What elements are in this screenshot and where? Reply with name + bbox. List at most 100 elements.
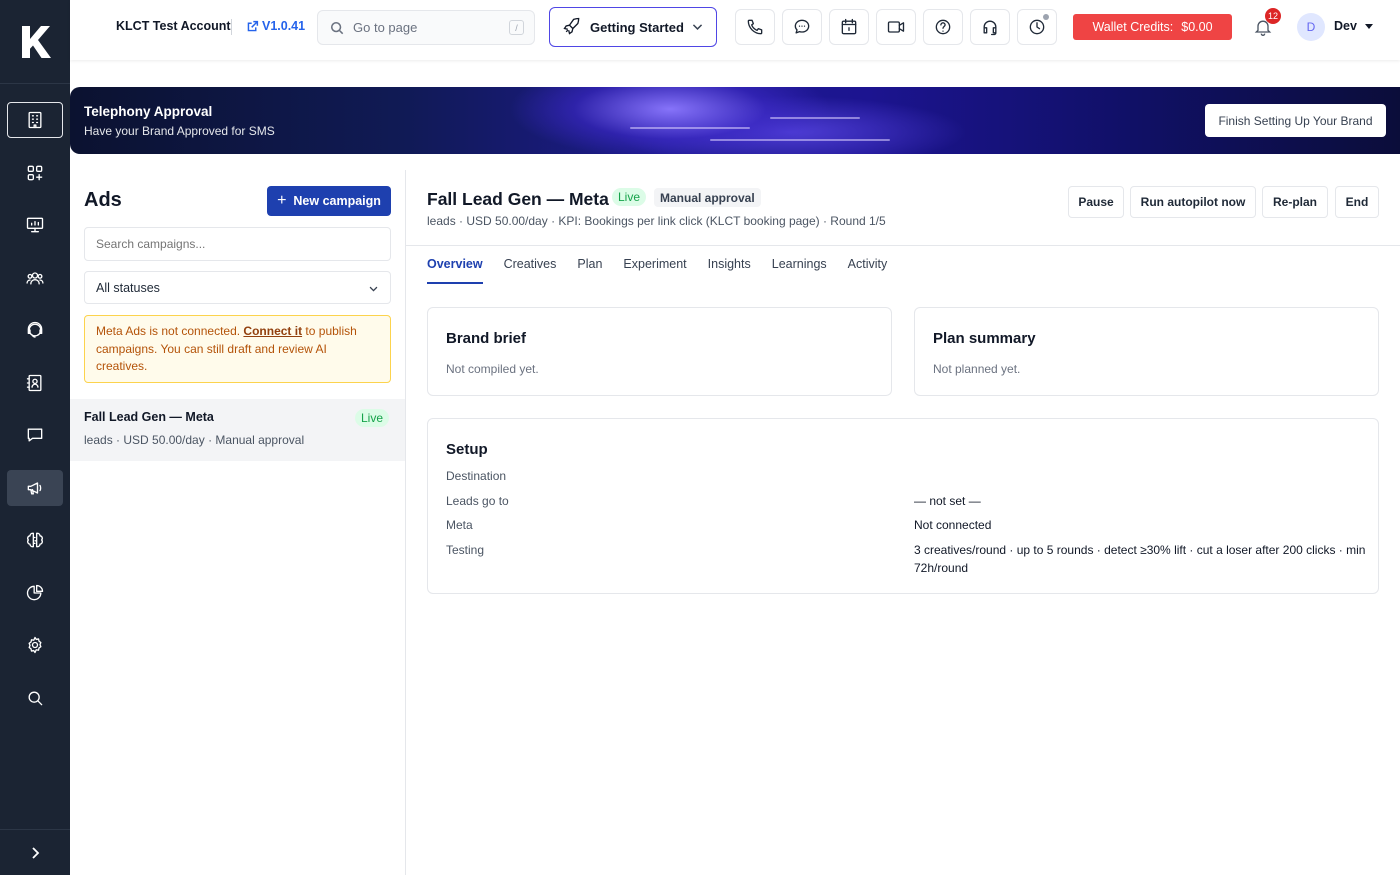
campaign-subtitle: leads · USD 50.00/day · KPI: Bookings pe… [427, 214, 886, 228]
getting-started-label: Getting Started [590, 19, 684, 35]
sidebar [0, 0, 70, 875]
sidebar-item-settings[interactable] [7, 627, 63, 663]
sidebar-item-presentation[interactable] [7, 207, 63, 243]
plus-icon: + [277, 192, 287, 209]
top-bar: KLCT Test Account V1.0.41 Go to page / G… [70, 0, 1400, 60]
version-link[interactable]: V1.0.41 [246, 19, 305, 33]
sidebar-item-building[interactable] [7, 102, 63, 138]
sidebar-item-contacts[interactable] [7, 365, 63, 401]
account-name[interactable]: KLCT Test Account [116, 19, 231, 33]
getting-started-dropdown[interactable]: Getting Started [549, 7, 717, 47]
contacts-icon [26, 374, 42, 391]
tab-learnings[interactable]: Learnings [772, 257, 827, 284]
analytics-icon [26, 584, 44, 600]
avatar[interactable]: D [1297, 13, 1325, 41]
page-title: Ads [84, 189, 122, 211]
tab-activity[interactable]: Activity [848, 257, 888, 284]
brain-icon [27, 532, 43, 548]
status-filter-select[interactable]: All statuses [84, 271, 391, 304]
campaign-item-title: Fall Lead Gen — Meta [84, 410, 214, 424]
tab-plan[interactable]: Plan [577, 257, 602, 284]
app-logo[interactable] [0, 0, 70, 84]
version-label: V1.0.41 [262, 19, 306, 33]
rocket-icon [562, 16, 582, 39]
phone-icon [747, 19, 763, 35]
pause-button[interactable]: Pause [1068, 186, 1124, 218]
phone-button[interactable] [735, 9, 775, 45]
setup-label-meta: Meta [446, 518, 473, 532]
connect-meta-link[interactable]: Connect it [243, 324, 302, 338]
clock-button[interactable] [1017, 9, 1057, 45]
meta-not-connected-alert: Meta Ads is not connected. Connect it to… [84, 315, 391, 383]
alert-text: Meta Ads is not connected. [96, 324, 244, 338]
end-button[interactable]: End [1335, 186, 1379, 218]
setup-label-destination: Destination [446, 469, 507, 483]
status-badge: Live [612, 188, 647, 206]
banner-subtitle: Have your Brand Approved for SMS [84, 124, 275, 138]
apps-icon [27, 165, 43, 180]
headset-icon [983, 20, 997, 36]
campaign-item-subtitle: leads · USD 50.00/day · Manual approval [84, 433, 305, 447]
logo-k-icon [22, 25, 51, 58]
users-icon [26, 271, 44, 284]
chevron-down-icon [691, 20, 704, 36]
notifications-button[interactable]: 12 [1253, 8, 1282, 40]
banner-decoration [770, 117, 860, 119]
finish-brand-setup-button[interactable]: Finish Setting Up Your Brand [1205, 104, 1386, 137]
new-campaign-button[interactable]: + New campaign [267, 186, 391, 216]
chat-button[interactable] [782, 9, 822, 45]
campaign-tabs: Overview Creatives Plan Experiment Insig… [427, 257, 908, 284]
campaign-search-input[interactable] [84, 227, 391, 261]
banner-decoration [710, 139, 890, 141]
caret-down-icon [1364, 23, 1373, 29]
ads-panel: Ads + New campaign All statuses Meta Ads… [70, 170, 406, 875]
video-icon [887, 21, 905, 33]
campaign-list-item[interactable]: Fall Lead Gen — Meta Live leads · USD 50… [70, 399, 405, 461]
sidebar-item-messages[interactable] [7, 417, 63, 453]
sidebar-item-analytics[interactable] [7, 575, 63, 611]
status-filter-value: All statuses [96, 280, 160, 295]
headset-button[interactable] [970, 9, 1010, 45]
sidebar-item-ads[interactable] [7, 469, 63, 506]
calendar-button[interactable] [829, 9, 869, 45]
user-menu[interactable]: Dev [1334, 19, 1373, 33]
search-icon [28, 691, 43, 705]
wallet-label: Wallet Credits: [1092, 20, 1174, 34]
new-campaign-label: New campaign [293, 194, 381, 208]
support-icon [27, 321, 43, 338]
divider [231, 19, 232, 35]
sidebar-item-apps[interactable] [7, 155, 63, 191]
calendar-icon [841, 18, 857, 35]
setup-value-testing: 3 creatives/round · up to 5 rounds · det… [914, 543, 1366, 575]
banner-decoration [630, 127, 750, 129]
setup-value-leads: — not set — [914, 494, 981, 508]
settings-icon [28, 636, 42, 654]
tab-experiment[interactable]: Experiment [623, 257, 686, 284]
sidebar-item-users[interactable] [7, 260, 63, 296]
tab-insights[interactable]: Insights [708, 257, 751, 284]
setup-title: Setup [446, 441, 488, 458]
external-link-icon [247, 20, 259, 31]
shortcut-key: / [509, 20, 524, 35]
run-autopilot-button[interactable]: Run autopilot now [1130, 186, 1256, 218]
help-button[interactable] [923, 9, 963, 45]
building-icon [28, 111, 42, 129]
go-to-page-search[interactable]: Go to page / [317, 10, 535, 45]
sidebar-expand-button[interactable] [0, 829, 70, 875]
sidebar-item-support[interactable] [7, 312, 63, 348]
megaphone-icon [27, 481, 42, 494]
tab-overview[interactable]: Overview [427, 257, 483, 284]
sidebar-item-ai[interactable] [7, 522, 63, 558]
brand-brief-title: Brand brief [446, 330, 527, 347]
plan-summary-title: Plan summary [933, 330, 1036, 347]
search-placeholder: Go to page [353, 20, 418, 35]
user-name: Dev [1334, 19, 1357, 33]
wallet-credits-button[interactable]: Wallet Credits: $0.00 [1073, 14, 1232, 40]
sidebar-item-search[interactable] [7, 680, 63, 716]
video-button[interactable] [876, 9, 916, 45]
clock-icon [1029, 19, 1045, 35]
tab-creatives[interactable]: Creatives [504, 257, 557, 284]
chevron-right-icon [32, 846, 40, 859]
plan-summary-text: Not planned yet. [933, 362, 1021, 376]
replan-button[interactable]: Re-plan [1262, 186, 1328, 218]
